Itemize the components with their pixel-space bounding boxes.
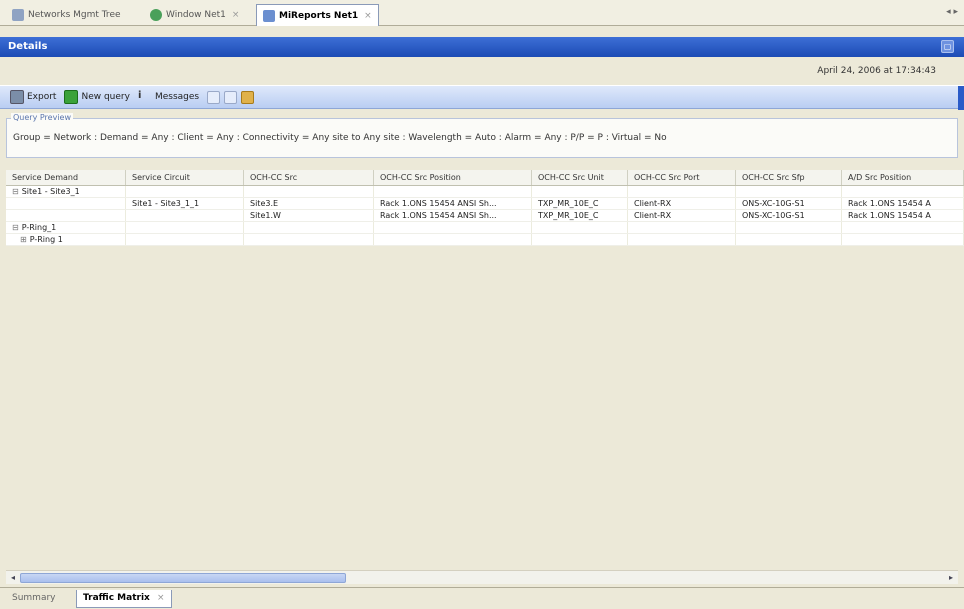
row-label-cell: ⊞ P-Ring 1 [6,234,126,245]
table-cell [374,222,532,233]
table-cell: Rack 1.ONS 15454 A [842,198,964,209]
messages-button[interactable]: i Messages [138,90,199,104]
table-cell [736,234,842,245]
toolbar-edge [958,86,964,110]
table-cell: P-Ring 1 [29,235,63,244]
table-cell [532,222,628,233]
report-icon [263,9,275,22]
table-cell [532,186,628,197]
table-cell [842,186,964,197]
table-cell: Client-RX [628,210,736,221]
close-icon[interactable]: × [232,10,240,20]
close-icon[interactable]: × [364,11,372,21]
export-icon [10,90,24,104]
table-cell [532,234,628,245]
table-cell [6,198,126,209]
table-cell [628,186,736,197]
table-cell [842,222,964,233]
report-date: April 24, 2006 at 17:34:43 [817,66,936,76]
tab-summary[interactable]: Summary [6,590,62,608]
scrollbar-thumb[interactable] [20,573,346,583]
table-cell: Site1.W [244,210,374,221]
editor-tab-bar: Networks Mgmt Tree Window Net1 × MiRepor… [0,0,964,26]
table-cell [126,222,244,233]
minimize-icon[interactable]: ▢ [941,40,954,53]
column-header[interactable]: OCH-CC Src Sfp [736,170,842,185]
table-cell [126,234,244,245]
date-bar: April 24, 2006 at 17:34:43 [0,57,964,85]
table-cell [374,186,532,197]
table-cell [244,186,374,197]
column-header[interactable]: OCH-CC Src [244,170,374,185]
table-row[interactable]: ⊟ P-Ring_1 [6,222,964,234]
table-cell [244,222,374,233]
tab-window-net1[interactable]: Window Net1 × [144,4,245,26]
column-header[interactable]: OCH-CC Src Port [628,170,736,185]
table-cell: Rack 1.ONS 15454 ANSI Sh... [374,210,532,221]
table-cell: Site3.E [244,198,374,209]
network-icon [150,9,162,21]
table-cell: TXP_MR_10E_C [532,198,628,209]
details-title-bar: Details ▢ [0,37,964,57]
close-icon[interactable]: × [157,593,165,603]
table-cell: Rack 1.ONS 15454 A [842,210,964,221]
table-cell: Site1 - Site3_1_1 [126,198,244,209]
column-header[interactable]: Service Demand [6,170,126,185]
table-cell [736,186,842,197]
query-preview-legend: Query Preview [11,113,73,122]
table-row[interactable]: ⊟ Site1 - Site3_1 [6,186,964,198]
table-header: Service Demand Service Circuit OCH-CC Sr… [6,170,964,186]
horizontal-scrollbar[interactable]: ◂ ▸ [6,570,958,584]
new-query-icon [64,90,79,104]
query-preview-text: Group = Network : Demand = Any : Client … [13,133,667,143]
tab-networks-mgmt-tree[interactable]: Networks Mgmt Tree [6,4,127,26]
table-cell [842,234,964,245]
table-cell [6,210,126,221]
column-header[interactable]: OCH-CC Src Unit [532,170,628,185]
table-cell [374,234,532,245]
filter-icon[interactable] [241,90,255,104]
table-row[interactable]: Site1 - Site3_1_1 Site3.E Rack 1.ONS 154… [6,198,964,210]
tab-mireports-net1[interactable]: MiReports Net1 × [256,4,379,26]
table-cell: ONS-XC-10G-S1 [736,198,842,209]
table-cell: TXP_MR_10E_C [532,210,628,221]
expand-all-icon[interactable] [207,90,221,104]
collapse-icon[interactable]: ⊟ [12,223,19,232]
tab-navigation-icon[interactable]: ◂ ▸ [946,7,958,17]
toolbar: Export New query i Messages [0,85,964,110]
table-row[interactable]: Site1.W Rack 1.ONS 15454 ANSI Sh... TXP_… [6,210,964,222]
column-header[interactable]: Service Circuit [126,170,244,185]
tree-icon [12,9,24,21]
tab-traffic-matrix[interactable]: Traffic Matrix × [76,590,172,608]
results-table: Service Demand Service Circuit OCH-CC Sr… [6,170,964,568]
table-row[interactable]: ⊞ P-Ring 1 [6,234,964,246]
query-preview-panel: Query Preview Group = Network : Demand =… [6,113,958,158]
column-header[interactable]: OCH-CC Src Position [374,170,532,185]
table-cell [628,222,736,233]
scroll-left-icon[interactable]: ◂ [7,572,19,584]
table-cell: Client-RX [628,198,736,209]
table-cell: P-Ring_1 [21,223,57,232]
export-button[interactable]: Export [10,90,56,104]
collapse-all-icon[interactable] [224,90,238,104]
table-cell [126,210,244,221]
table-cell: Rack 1.ONS 15454 ANSI Sh... [374,198,532,209]
table-cell [736,222,842,233]
new-query-button[interactable]: New query [64,90,130,104]
table-cell [628,234,736,245]
row-label-cell: ⊟ P-Ring_1 [6,222,126,233]
table-cell: ONS-XC-10G-S1 [736,210,842,221]
bottom-tab-bar: Summary Traffic Matrix × [0,587,964,609]
scroll-right-icon[interactable]: ▸ [945,572,957,584]
column-header[interactable]: A/D Src Position [842,170,964,185]
table-cell [126,186,244,197]
table-cell: Site1 - Site3_1 [21,187,80,196]
row-label-cell: ⊟ Site1 - Site3_1 [6,186,126,197]
panel-title: Details [8,41,48,52]
table-cell [244,234,374,245]
expand-icon[interactable]: ⊞ [20,235,27,244]
info-icon: i [137,90,142,101]
collapse-icon[interactable]: ⊟ [12,187,19,196]
